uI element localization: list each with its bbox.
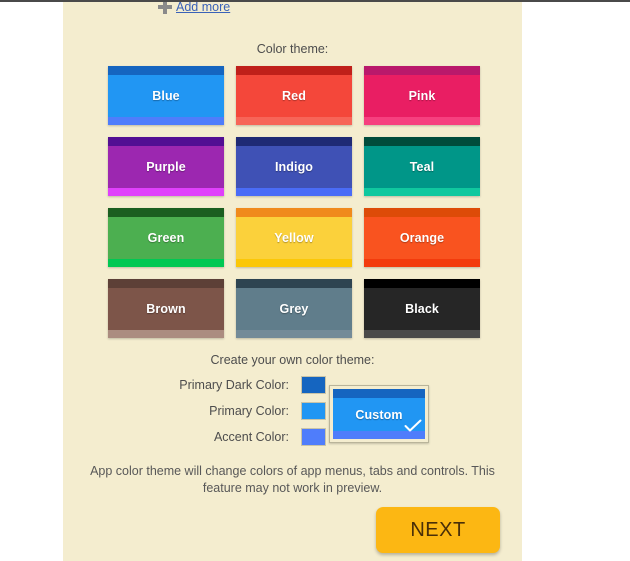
theme-swatch-black[interactable]: Black bbox=[364, 279, 480, 338]
check-icon bbox=[404, 419, 422, 432]
swatch-dark-band bbox=[236, 66, 352, 75]
swatch-accent-band bbox=[364, 188, 480, 196]
swatch-main-band: Yellow bbox=[236, 217, 352, 259]
primary-color-row: Primary Color: bbox=[91, 398, 326, 423]
theme-label: Yellow bbox=[274, 231, 314, 245]
custom-swatch-body: Custom bbox=[333, 389, 425, 439]
swatch-main-band: Pink bbox=[364, 75, 480, 117]
primary-color-chip[interactable] bbox=[301, 401, 326, 420]
theme-swatch-teal[interactable]: Teal bbox=[364, 137, 480, 196]
theme-label: Black bbox=[405, 302, 439, 316]
swatch-accent-band bbox=[236, 188, 352, 196]
accent-color-label: Accent Color: bbox=[213, 429, 289, 444]
swatch-main-band: Brown bbox=[108, 288, 224, 330]
theme-swatch-pink[interactable]: Pink bbox=[364, 66, 480, 125]
theme-label: Purple bbox=[146, 160, 186, 174]
swatch-accent-band bbox=[236, 330, 352, 338]
custom-theme-heading: Create your own color theme: bbox=[210, 353, 375, 367]
theme-swatch-blue[interactable]: Blue bbox=[108, 66, 224, 125]
swatch-main-band: Green bbox=[108, 217, 224, 259]
theme-swatch-yellow[interactable]: Yellow bbox=[236, 208, 352, 267]
swatch-accent-band bbox=[108, 188, 224, 196]
custom-theme-swatch[interactable]: Custom bbox=[329, 385, 429, 443]
plus-icon bbox=[158, 2, 172, 14]
theme-label: Brown bbox=[146, 302, 186, 316]
custom-color-picker-list: Primary Dark Color: Primary Color: Accen… bbox=[91, 372, 326, 450]
theme-swatch-orange[interactable]: Orange bbox=[364, 208, 480, 267]
swatch-main-band: Orange bbox=[364, 217, 480, 259]
swatch-accent-band bbox=[364, 330, 480, 338]
add-more-row[interactable]: Add more bbox=[158, 2, 230, 17]
swatch-accent-band bbox=[108, 330, 224, 338]
theme-swatch-purple[interactable]: Purple bbox=[108, 137, 224, 196]
swatch-dark-band bbox=[333, 389, 425, 398]
swatch-dark-band bbox=[236, 208, 352, 217]
swatch-accent-band bbox=[236, 117, 352, 125]
theme-swatch-green[interactable]: Green bbox=[108, 208, 224, 267]
theme-label: Grey bbox=[279, 302, 309, 316]
swatch-dark-band bbox=[364, 279, 480, 288]
swatch-main-band: Black bbox=[364, 288, 480, 330]
add-more-link[interactable]: Add more bbox=[176, 2, 230, 14]
theme-swatch-red[interactable]: Red bbox=[236, 66, 352, 125]
primary-dark-color-chip[interactable] bbox=[301, 375, 326, 394]
theme-swatch-indigo[interactable]: Indigo bbox=[236, 137, 352, 196]
theme-label: Indigo bbox=[274, 160, 314, 174]
swatch-dark-band bbox=[364, 137, 480, 146]
accent-color-chip[interactable] bbox=[301, 427, 326, 446]
theme-swatch-brown[interactable]: Brown bbox=[108, 279, 224, 338]
swatch-main-band: Teal bbox=[364, 146, 480, 188]
swatch-main-band: Indigo bbox=[236, 146, 352, 188]
swatch-dark-band bbox=[236, 137, 352, 146]
next-button[interactable]: NEXT bbox=[376, 507, 500, 553]
settings-panel: Add more Color theme: Blue Red Pink Purp… bbox=[63, 2, 522, 561]
swatch-accent-band bbox=[364, 259, 480, 267]
theme-label: Green bbox=[147, 231, 185, 245]
theme-label: Teal bbox=[409, 160, 435, 174]
swatch-dark-band bbox=[236, 279, 352, 288]
primary-dark-color-row: Primary Dark Color: bbox=[91, 372, 326, 397]
swatch-main-band: Blue bbox=[108, 75, 224, 117]
swatch-dark-band bbox=[108, 137, 224, 146]
swatch-dark-band bbox=[108, 66, 224, 75]
theme-swatch-grey[interactable]: Grey bbox=[236, 279, 352, 338]
color-theme-grid: Blue Red Pink Purple Indigo Teal Green Y… bbox=[108, 66, 480, 338]
swatch-main-band: Purple bbox=[108, 146, 224, 188]
theme-label: Orange bbox=[399, 231, 445, 245]
swatch-dark-band bbox=[364, 208, 480, 217]
theme-label: Red bbox=[282, 89, 306, 103]
swatch-dark-band bbox=[108, 208, 224, 217]
primary-dark-color-label: Primary Dark Color: bbox=[179, 377, 289, 392]
swatch-dark-band bbox=[364, 66, 480, 75]
swatch-main-band: Red bbox=[236, 75, 352, 117]
accent-color-row: Accent Color: bbox=[91, 424, 326, 449]
swatch-accent-band bbox=[364, 117, 480, 125]
swatch-main-band: Grey bbox=[236, 288, 352, 330]
theme-label: Pink bbox=[408, 89, 436, 103]
color-theme-heading: Color theme: bbox=[256, 42, 329, 56]
custom-swatch-label: Custom bbox=[355, 407, 403, 422]
swatch-accent-band bbox=[108, 117, 224, 125]
screen-root: Add more Color theme: Blue Red Pink Purp… bbox=[0, 0, 630, 561]
primary-color-label: Primary Color: bbox=[209, 403, 289, 418]
swatch-accent-band bbox=[108, 259, 224, 267]
swatch-accent-band bbox=[236, 259, 352, 267]
footer-note: App color theme will change colors of ap… bbox=[90, 464, 495, 495]
swatch-dark-band bbox=[108, 279, 224, 288]
theme-label: Blue bbox=[152, 89, 180, 103]
